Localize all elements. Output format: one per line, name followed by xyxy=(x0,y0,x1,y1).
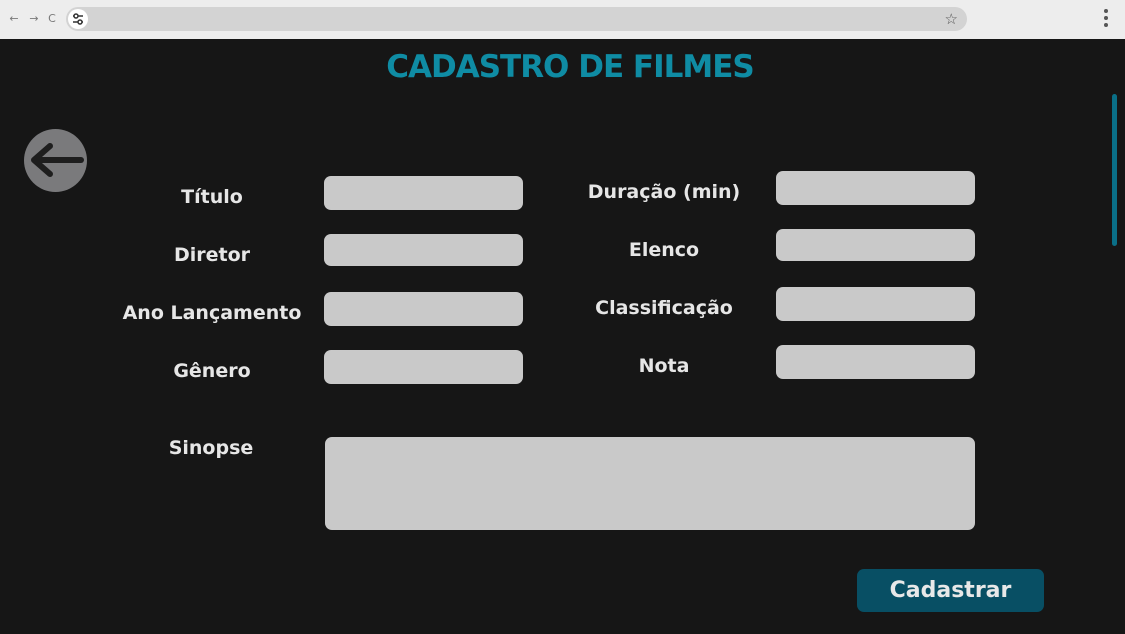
back-button[interactable] xyxy=(24,129,87,192)
sinopse-textarea[interactable] xyxy=(325,437,975,530)
label-titulo: Título xyxy=(181,186,243,208)
label-nota: Nota xyxy=(638,355,690,377)
site-info-icon[interactable] xyxy=(68,9,88,29)
star-icon[interactable]: ☆ xyxy=(945,9,958,29)
scrollbar-thumb[interactable] xyxy=(1112,94,1117,246)
page-title: CADASTRO DE FILMES xyxy=(386,49,754,85)
label-elenco: Elenco xyxy=(628,239,700,261)
ano-lancamento-input[interactable] xyxy=(324,292,523,326)
forward-arrow-icon[interactable]: → xyxy=(28,12,40,26)
label-diretor: Diretor xyxy=(173,244,251,266)
label-sinopse: Sinopse xyxy=(168,437,254,459)
kebab-menu-icon[interactable] xyxy=(1100,9,1112,31)
page-content: CADASTRO DE FILMES Título Diretor Ano La… xyxy=(0,39,1125,634)
back-arrow-icon[interactable]: ← xyxy=(8,12,20,26)
cadastrar-button[interactable]: Cadastrar xyxy=(857,569,1044,612)
address-bar[interactable]: ☆ xyxy=(66,7,967,31)
duracao-input[interactable] xyxy=(776,171,975,205)
label-genero: Gênero xyxy=(173,360,251,382)
genero-input[interactable] xyxy=(324,350,523,384)
label-ano-lancamento: Ano Lançamento xyxy=(122,302,302,324)
nota-input[interactable] xyxy=(776,345,975,379)
reload-icon[interactable]: C xyxy=(46,12,58,26)
diretor-input[interactable] xyxy=(324,234,523,266)
titulo-input[interactable] xyxy=(324,176,523,210)
label-classificacao: Classificação xyxy=(595,297,733,319)
browser-toolbar: ← → C ☆ xyxy=(0,0,1125,39)
arrow-left-icon xyxy=(31,143,84,177)
classificacao-input[interactable] xyxy=(776,287,975,321)
elenco-input[interactable] xyxy=(776,229,975,261)
label-duracao: Duração (min) xyxy=(587,181,741,203)
